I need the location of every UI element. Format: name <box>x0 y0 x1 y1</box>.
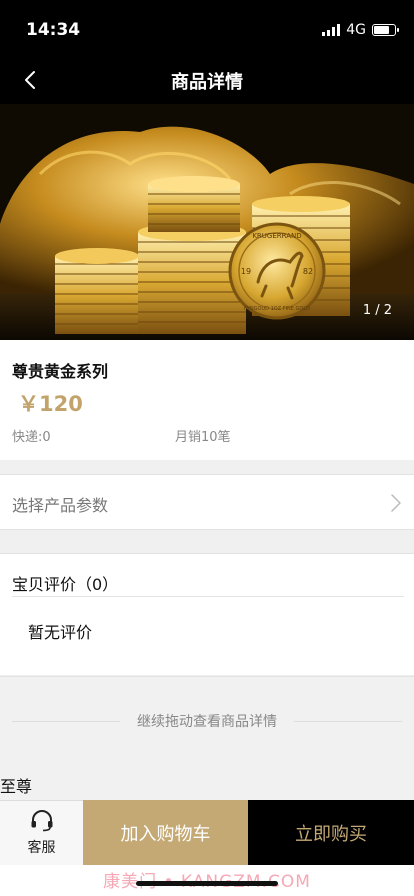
reviews-title: 宝贝评价（0） <box>12 575 119 594</box>
battery-icon <box>372 24 399 36</box>
add-to-cart-button[interactable]: 加入购物车 <box>83 800 248 865</box>
home-indicator-area: 康美门 • KANGZM.COM <box>0 865 414 896</box>
coin-text-top: KRUGERRAND <box>252 232 301 240</box>
chevron-right-icon <box>391 494 401 512</box>
coin-text-bottom: FYNGOUD 1OZ FINE GOLD <box>244 306 310 312</box>
monthly-sales: 月销10笔 <box>175 430 231 445</box>
signal-icon <box>322 24 341 36</box>
select-params-row[interactable]: 选择产品参数 <box>0 474 414 530</box>
reviews-section: 宝贝评价（0） 暂无评价 <box>0 553 414 675</box>
status-indicators: 4G <box>322 22 399 38</box>
detail-content-text: 至尊 <box>0 777 33 796</box>
bottom-action-bar: 客服 加入购物车 立即购买 <box>0 800 414 865</box>
carousel-pager: 1 / 2 <box>362 303 392 318</box>
product-price: ￥120 <box>18 392 83 416</box>
status-time: 14:34 <box>26 20 81 40</box>
product-info: 尊贵黄金系列 ￥120 快递:0 月销10笔 <box>0 340 414 460</box>
status-bar: 14:34 4G <box>0 0 414 56</box>
coin-text-right: 82 <box>303 267 313 276</box>
product-image-carousel[interactable]: KRUGERRAND 19 82 FYNGOUD 1OZ FINE GOLD 1… <box>0 104 414 340</box>
home-indicator[interactable] <box>136 881 278 886</box>
watermark: 康美门 • KANGZM.COM <box>103 872 310 892</box>
divider <box>12 596 404 597</box>
select-params-label: 选择产品参数 <box>12 496 109 515</box>
network-label: 4G <box>346 22 366 38</box>
gold-coins-image: KRUGERRAND 19 82 FYNGOUD 1OZ FINE GOLD <box>0 104 414 340</box>
battery-level <box>374 26 389 34</box>
headset-icon <box>31 809 52 831</box>
reviews-empty-text: 暂无评价 <box>28 623 93 642</box>
shipping-fee: 快递:0 <box>12 430 51 445</box>
customer-service-label: 客服 <box>27 839 56 856</box>
nav-bar: 商品详情 <box>0 56 414 104</box>
customer-service-button[interactable]: 客服 <box>0 800 83 865</box>
buy-now-button[interactable]: 立即购买 <box>248 800 414 865</box>
divider <box>294 721 402 722</box>
product-name: 尊贵黄金系列 <box>12 362 109 381</box>
coin-text-left: 19 <box>241 267 251 276</box>
page-title: 商品详情 <box>171 72 243 93</box>
detail-drag-area[interactable]: 继续拖动查看商品详情 至尊 <box>0 676 414 800</box>
